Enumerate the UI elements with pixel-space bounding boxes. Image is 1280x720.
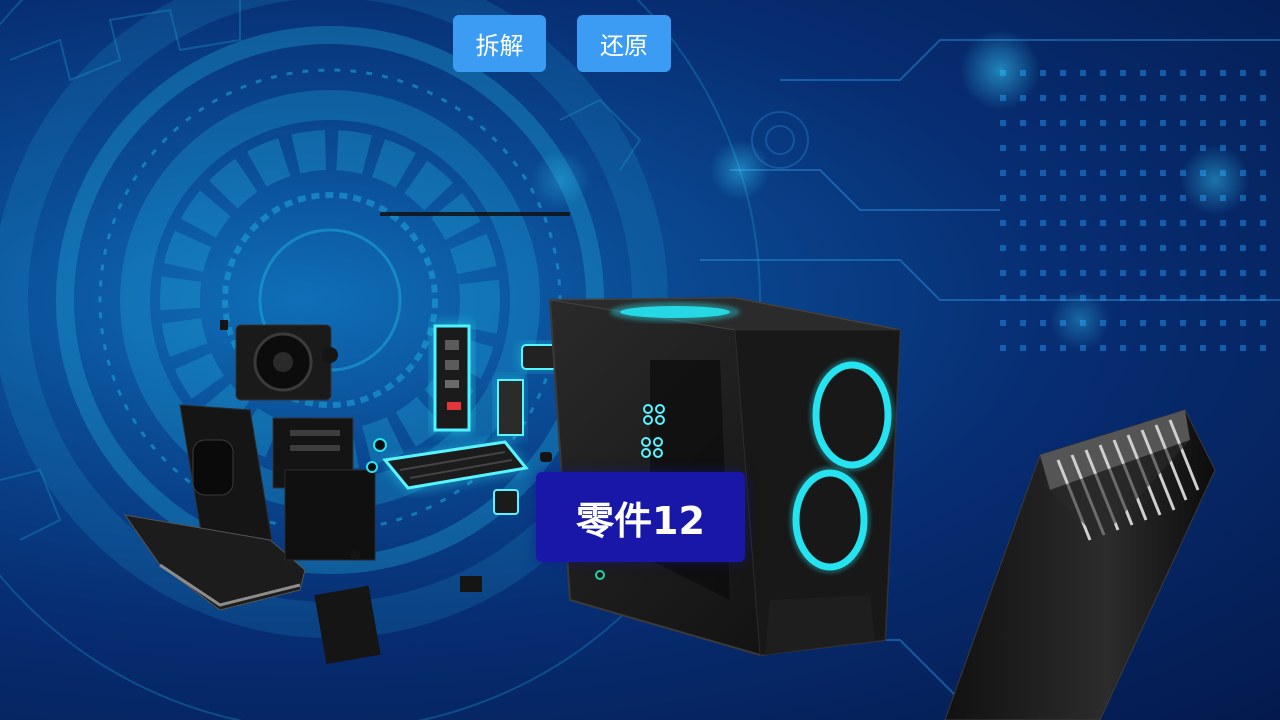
toolbar: 拆解 还原	[453, 15, 671, 72]
restore-button[interactable]: 还原	[577, 15, 671, 72]
heatsink-part	[944, 409, 1216, 720]
floating-strip	[380, 212, 570, 216]
3d-viewport[interactable]: 拆解 还原 零件12	[0, 0, 1280, 720]
part-label-tooltip: 零件12	[536, 472, 745, 562]
case-fan-part	[235, 324, 332, 401]
disassemble-button[interactable]: 拆解	[453, 15, 546, 72]
motherboard-part	[272, 417, 376, 561]
io-shield-part	[432, 323, 472, 433]
tech-background	[0, 0, 1280, 720]
